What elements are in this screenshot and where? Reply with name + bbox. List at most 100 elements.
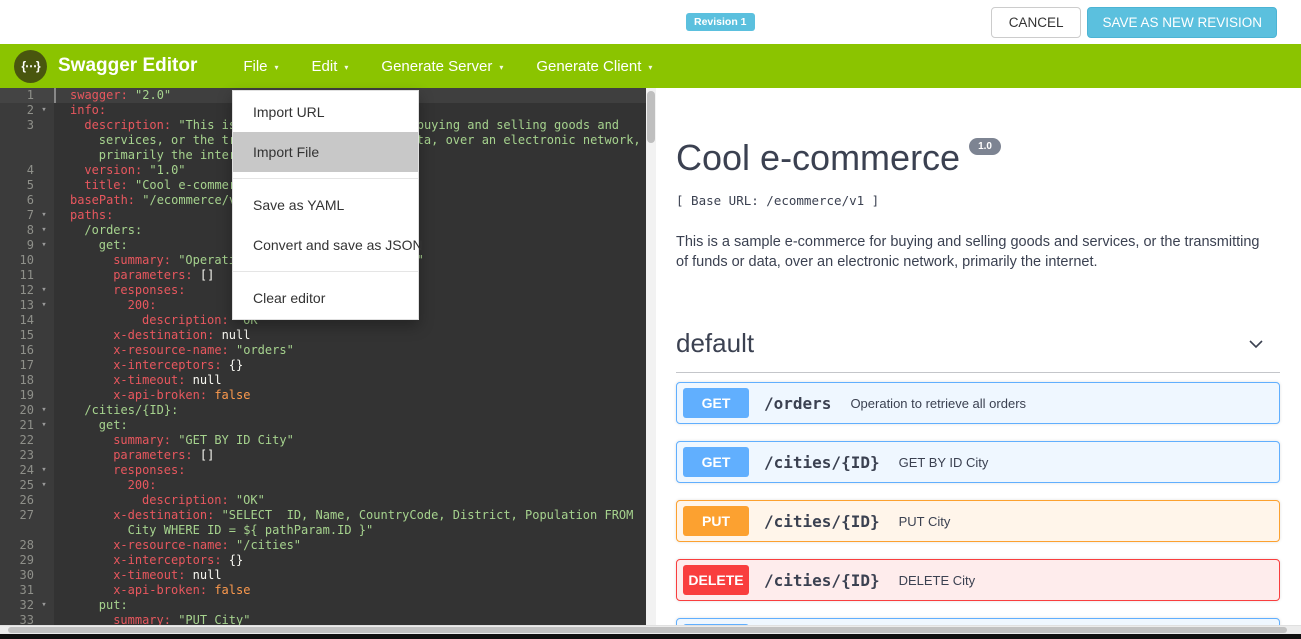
line-number: 33 [0, 613, 34, 625]
gutter-cell: 31 [0, 583, 54, 598]
caret-down-icon: ▾ [275, 61, 279, 72]
operation-delete-cities-id[interactable]: DELETE/cities/{ID}DELETE City [676, 559, 1280, 601]
file-menu-item-save-as-yaml[interactable]: Save as YAML [233, 185, 418, 225]
fold-toggle-icon[interactable]: ▾ [34, 403, 54, 418]
section-default-header[interactable]: default [676, 328, 1280, 373]
token: [] [193, 448, 215, 462]
gutter-cell: 16 [0, 343, 54, 358]
token: info: [70, 103, 106, 117]
token: basePath: [70, 193, 135, 207]
gutter-cell: 10 [0, 253, 54, 268]
gutter-cell: 3 [0, 118, 54, 133]
gutter-cell: 29 [0, 553, 54, 568]
menu-label: Edit [312, 58, 338, 75]
code-line: 16x-resource-name: "orders" [0, 343, 646, 358]
operation-get-orders[interactable]: GET/orders Operation to retrieve all orde… [676, 382, 1280, 424]
method-badge: GET [683, 388, 749, 418]
operation-description: Operation to retrieve all orders [850, 396, 1026, 411]
code-text: x-api-broken: false [54, 388, 646, 403]
menu-label: Generate Client [536, 58, 641, 75]
code-text: x-interceptors: {} [54, 553, 646, 568]
line-number: 24 [0, 463, 34, 478]
gutter-cell: 1 [0, 88, 54, 103]
code-line: 31x-api-broken: false [0, 583, 646, 598]
save-as-new-revision-button[interactable]: SAVE AS NEW REVISION [1087, 7, 1277, 38]
fold-spacer [34, 328, 54, 343]
fold-spacer [34, 268, 54, 283]
code-text: x-resource-name: "/cities" [54, 538, 646, 553]
operation-path: /orders [764, 394, 831, 413]
menu-divider [233, 178, 418, 179]
menu-generate-client[interactable]: Generate Client▾ [536, 58, 652, 75]
code-line: 24▾responses: [0, 463, 646, 478]
menu-file[interactable]: File▾ [243, 58, 278, 75]
token: 200: [128, 478, 157, 492]
code-text: summary: "GET BY ID City" [54, 433, 646, 448]
code-line: 23parameters: [] [0, 448, 646, 463]
fold-spacer [34, 613, 54, 625]
menu-generate-server[interactable]: Generate Server▾ [381, 58, 503, 75]
line-number: 1 [0, 88, 34, 103]
file-menu-item-clear-editor[interactable]: Clear editor [233, 278, 418, 318]
code-text: x-timeout: null [54, 373, 646, 388]
line-number: 17 [0, 358, 34, 373]
line-number: 3 [0, 118, 34, 133]
chevron-down-icon[interactable] [1246, 334, 1266, 354]
line-number: 9 [0, 238, 34, 253]
method-badge: GET [683, 447, 749, 477]
swagger-logo-icon: {⋯} [14, 50, 47, 83]
line-number: 13 [0, 298, 34, 313]
horizontal-scrollbar[interactable] [0, 625, 1301, 634]
file-menu-item-import-file[interactable]: Import File [233, 132, 418, 172]
line-number: 8 [0, 223, 34, 238]
fold-spacer [34, 313, 54, 328]
line-number: 22 [0, 433, 34, 448]
token: {} [222, 358, 244, 372]
base-url: [ Base URL: /ecommerce/v1 ] [676, 193, 1280, 208]
fold-toggle-icon[interactable]: ▾ [34, 223, 54, 238]
token: put: [99, 598, 128, 612]
cancel-button[interactable]: CANCEL [991, 7, 1082, 38]
fold-toggle-icon[interactable]: ▾ [34, 283, 54, 298]
token: "PUT City" [171, 613, 250, 625]
fold-spacer [34, 568, 54, 583]
fold-toggle-icon[interactable]: ▾ [34, 208, 54, 223]
line-number: 28 [0, 538, 34, 553]
operation-path: /cities/{ID} [764, 571, 880, 590]
fold-toggle-icon[interactable]: ▾ [34, 598, 54, 613]
line-number: 27 [0, 508, 34, 523]
file-menu-item-import-url[interactable]: Import URL [233, 92, 418, 132]
line-number: 21 [0, 418, 34, 433]
token: x-destination: [113, 328, 214, 342]
editor-vertical-scrollbar[interactable] [646, 88, 656, 625]
token: x-timeout: [113, 373, 185, 387]
operation-get-cities-id[interactable]: GET/cities/{ID}GET BY ID City [676, 441, 1280, 483]
fold-toggle-icon[interactable]: ▾ [34, 103, 54, 118]
horizontal-scrollbar-thumb[interactable] [8, 627, 1287, 633]
gutter-cell: 28 [0, 538, 54, 553]
line-number: 10 [0, 253, 34, 268]
fold-toggle-icon[interactable]: ▾ [34, 478, 54, 493]
code-line: 26description: "OK" [0, 493, 646, 508]
gutter-cell [0, 133, 54, 148]
operation-get-cities[interactable]: GET/citiesGET City [676, 618, 1280, 625]
code-text: summary: "PUT City" [54, 613, 646, 625]
code-text: /cities/{ID}: [54, 403, 646, 418]
fold-toggle-icon[interactable]: ▾ [34, 298, 54, 313]
line-number: 15 [0, 328, 34, 343]
fold-toggle-icon[interactable]: ▾ [34, 418, 54, 433]
code-line: 28 x-resource-name: "/cities" [0, 538, 646, 553]
operation-put-cities-id[interactable]: PUT/cities/{ID}PUT City [676, 500, 1280, 542]
line-number: 7 [0, 208, 34, 223]
gutter-cell: 15 [0, 328, 54, 343]
menu-bar: File▾Edit▾Generate Server▾Generate Clien… [243, 58, 652, 75]
fold-toggle-icon[interactable]: ▾ [34, 238, 54, 253]
file-menu-item-convert-and-save-as-json[interactable]: Convert and save as JSON [233, 225, 418, 265]
menu-edit[interactable]: Edit▾ [312, 58, 349, 75]
fold-spacer [34, 553, 54, 568]
token: City WHERE ID = ${ pathParam.ID }" [128, 523, 374, 537]
token: x-interceptors: [113, 553, 221, 567]
fold-toggle-icon[interactable]: ▾ [34, 463, 54, 478]
editor-vertical-scrollbar-thumb[interactable] [647, 91, 655, 143]
line-number: 4 [0, 163, 34, 178]
